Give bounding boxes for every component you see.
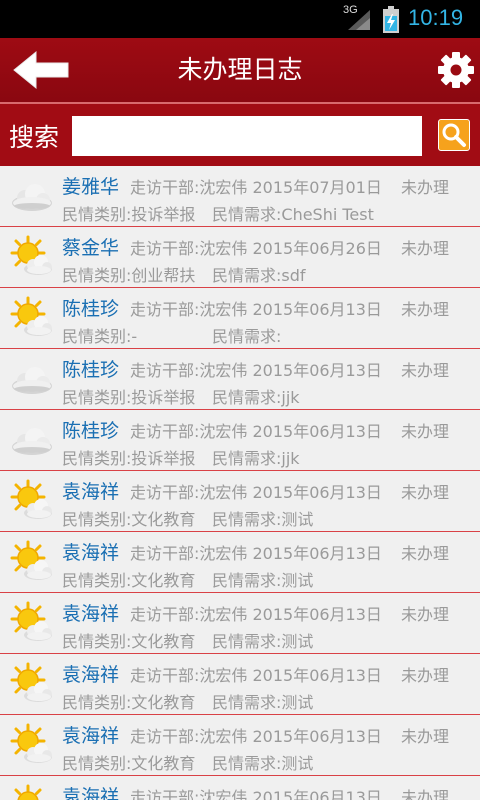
need-text: 民情需求:sdf (212, 266, 306, 285)
visit-info: 走访干部:沈宏伟 2015年06月13日 (130, 788, 382, 800)
cloud-icon (8, 173, 54, 219)
battery-icon (383, 6, 399, 33)
status-text: 未办理 (401, 788, 450, 800)
resident-name: 陈桂珍 (62, 420, 120, 442)
visit-info: 走访干部:沈宏伟 2015年06月13日 (130, 727, 382, 746)
need-text: 民情需求:jjk (212, 449, 300, 468)
status-text: 未办理 (401, 178, 450, 197)
list-item[interactable]: 陈桂珍 走访干部:沈宏伟 2015年06月13日 未办理民情类别:- 民情需求: (0, 288, 480, 349)
sun-cloud-icon (8, 539, 54, 585)
arrow-left-icon[interactable] (12, 50, 70, 90)
category-text: 民情类别:文化教育 (62, 754, 196, 773)
list-item[interactable]: 袁海祥 走访干部:沈宏伟 2015年06月13日 未办理民情类别:文化教育 民情需求:… (0, 532, 480, 593)
need-text: 民情需求:测试 (212, 571, 314, 590)
resident-name: 袁海祥 (62, 786, 120, 800)
category-text: 民情类别:投诉举报 (62, 205, 196, 224)
resident-name: 陈桂珍 (62, 359, 120, 381)
need-text: 民情需求:测试 (212, 510, 314, 529)
list-item[interactable]: 袁海祥 走访干部:沈宏伟 2015年06月13日 未办理民情类别:文化教育 民情需求:… (0, 654, 480, 715)
category-text: 民情类别:文化教育 (62, 571, 196, 590)
visit-info: 走访干部:沈宏伟 2015年06月13日 (130, 544, 382, 563)
need-text: 民情需求:测试 (212, 754, 314, 773)
list-item[interactable]: 袁海祥 走访干部:沈宏伟 2015年06月13日 未办理民情类别:文化教育 民情需求:… (0, 593, 480, 654)
page-title: 未办理日志 (177, 55, 303, 84)
visit-info: 走访干部:沈宏伟 2015年07月01日 (130, 178, 382, 197)
search-icon (442, 123, 466, 147)
list-item[interactable]: 陈桂珍 走访干部:沈宏伟 2015年06月13日 未办理民情类别:投诉举报 民情需求:… (0, 349, 480, 410)
sun-cloud-icon (8, 295, 54, 341)
resident-name: 袁海祥 (62, 725, 120, 747)
resident-name: 袁海祥 (62, 542, 120, 564)
category-text: 民情类别:文化教育 (62, 510, 196, 529)
status-bar: 3G 10:19 (0, 0, 480, 38)
status-text: 未办理 (401, 483, 450, 502)
resident-name: 袁海祥 (62, 603, 120, 625)
sun-cloud-icon (8, 234, 54, 280)
list-item[interactable]: 陈桂珍 走访干部:沈宏伟 2015年06月13日 未办理民情类别:投诉举报 民情需求:… (0, 410, 480, 471)
need-text: 民情需求: (212, 327, 282, 346)
search-label: 搜索 (9, 123, 60, 152)
category-text: 民情类别:投诉举报 (62, 388, 196, 407)
sun-cloud-icon (8, 722, 54, 768)
category-text: 民情类别:文化教育 (62, 632, 196, 651)
search-button[interactable] (438, 119, 470, 151)
list-item[interactable]: 姜雅华 走访干部:沈宏伟 2015年07月01日 未办理民情类别:投诉举报 民情需求:… (0, 166, 480, 227)
sun-cloud-icon (8, 783, 54, 800)
record-list: 姜雅华 走访干部:沈宏伟 2015年07月01日 未办理 民情类别:投诉举报 民情需求:… (0, 166, 480, 800)
visit-info: 走访干部:沈宏伟 2015年06月13日 (130, 361, 382, 380)
status-text: 未办理 (401, 727, 450, 746)
cloud-icon (8, 356, 54, 402)
status-text: 未办理 (401, 422, 450, 441)
status-text: 未办理 (401, 544, 450, 563)
resident-name: 姜雅华 (62, 176, 120, 198)
status-text: 未办理 (401, 666, 450, 685)
resident-name: 袁海祥 (62, 664, 120, 686)
need-text: 民情需求:测试 (212, 632, 314, 651)
resident-name: 蔡金华 (62, 237, 120, 259)
resident-name: 袁海祥 (62, 481, 120, 503)
resident-name: 陈桂珍 (62, 298, 120, 320)
need-text: 民情需求:jjk (212, 388, 300, 407)
sun-cloud-icon (8, 600, 54, 646)
list-item[interactable]: 袁海祥 走访干部:沈宏伟 2015年06月13日 未办理民情类别:文化教育 民情需求:… (0, 715, 480, 776)
category-text: 民情类别:投诉举报 (62, 449, 196, 468)
list-item[interactable]: 袁海祥 走访干部:沈宏伟 2015年06月13日 未办理民情类别:文化教育 民情需求:… (0, 471, 480, 532)
sun-cloud-icon (8, 478, 54, 524)
need-text: 民情需求:测试 (212, 693, 314, 712)
gear-icon[interactable] (437, 51, 475, 89)
visit-info: 走访干部:沈宏伟 2015年06月26日 (130, 239, 382, 258)
status-text: 未办理 (401, 361, 450, 380)
clock: 10:19 (408, 5, 464, 30)
status-text: 未办理 (401, 605, 450, 624)
visit-info: 走访干部:沈宏伟 2015年06月13日 (130, 483, 382, 502)
cloud-icon (8, 417, 54, 463)
title-bar: 未办理日志 (0, 38, 480, 102)
category-text: 民情类别:- (62, 327, 138, 346)
status-text: 未办理 (401, 300, 450, 319)
category-text: 民情类别:创业帮扶 (62, 266, 196, 285)
search-bar: 搜索 (0, 102, 480, 166)
need-text: 民情需求:CheShi Test (212, 205, 374, 224)
visit-info: 走访干部:沈宏伟 2015年06月13日 (130, 300, 382, 319)
list-item[interactable]: 袁海祥 走访干部:沈宏伟 2015年06月13日 未办理 (0, 776, 480, 800)
search-input[interactable] (72, 116, 422, 156)
list-item[interactable]: 蔡金华 走访干部:沈宏伟 2015年06月26日 未办理民情类别:创业帮扶 民情需求:… (0, 227, 480, 288)
status-text: 未办理 (401, 239, 450, 258)
visit-info: 走访干部:沈宏伟 2015年06月13日 (130, 422, 382, 441)
visit-info: 走访干部:沈宏伟 2015年06月13日 (130, 666, 382, 685)
sun-cloud-icon (8, 661, 54, 707)
signal-icon (348, 10, 370, 30)
visit-info: 走访干部:沈宏伟 2015年06月13日 (130, 605, 382, 624)
category-text: 民情类别:文化教育 (62, 693, 196, 712)
